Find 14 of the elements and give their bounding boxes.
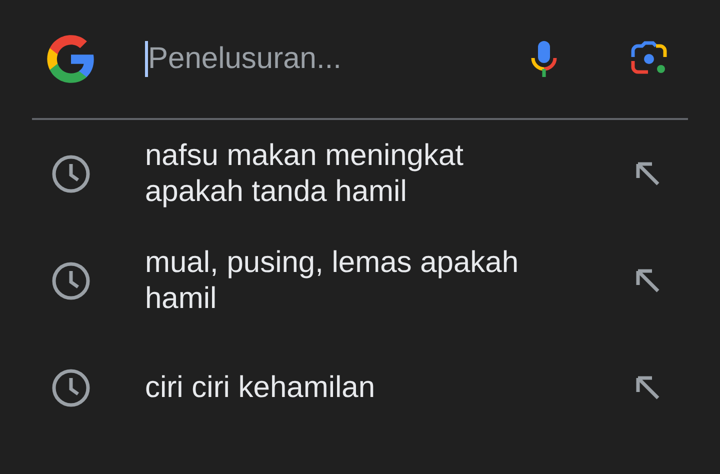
camera-lens-icon[interactable] <box>630 41 668 77</box>
microphone-icon[interactable] <box>530 39 558 79</box>
search-field[interactable]: Penelusuran... <box>145 34 530 84</box>
text-cursor <box>145 41 148 77</box>
clock-icon <box>51 368 91 408</box>
arrow-up-left-icon[interactable] <box>634 160 662 188</box>
suggestion-text[interactable]: mual, pusing, lemas apakah hamil <box>145 244 565 316</box>
google-logo-icon <box>45 33 97 85</box>
arrow-up-left-icon[interactable] <box>634 374 662 402</box>
clock-icon <box>51 154 91 194</box>
arrow-up-left-icon[interactable] <box>634 266 662 294</box>
suggestion-text[interactable]: nafsu makan meningkat apakah tanda hamil <box>145 138 565 210</box>
clock-icon <box>51 260 91 300</box>
suggestion-text[interactable]: ciri ciri kehamilan <box>145 370 565 406</box>
